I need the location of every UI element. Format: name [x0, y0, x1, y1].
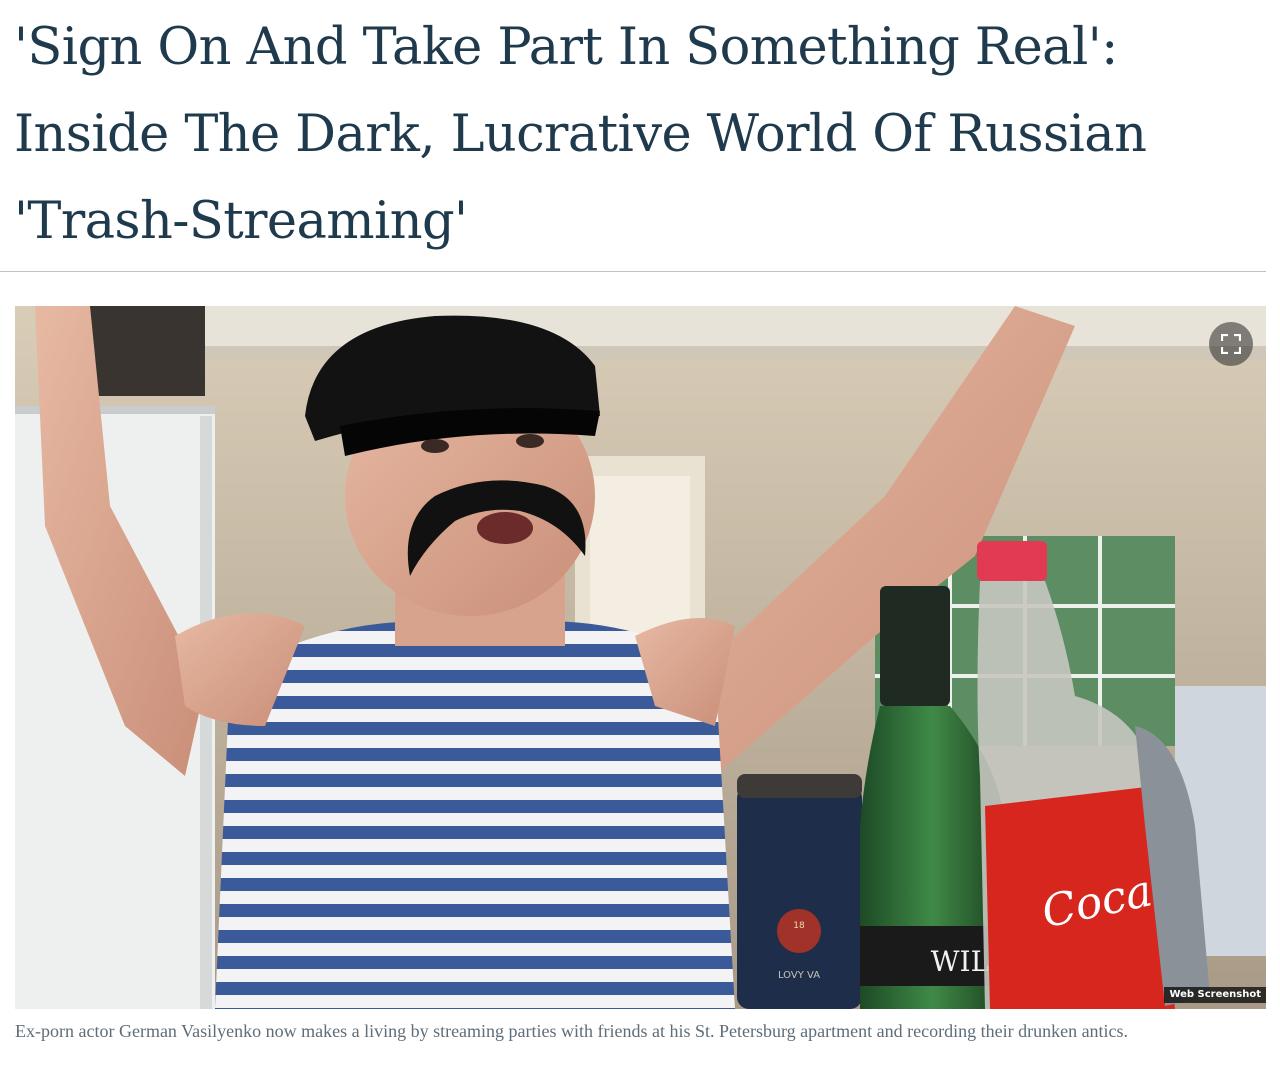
photo-caption: Ex-porn actor German Vasilyenko now make… [15, 1021, 1129, 1041]
fullscreen-expand-icon [1221, 334, 1241, 354]
photo-credit: Web Screenshot [1164, 987, 1266, 1003]
svg-text:18: 18 [793, 921, 805, 931]
article-headline: 'Sign On And Take Part In Something Real… [14, 18, 1147, 251]
photo-illustration: 18 LOVY VA WIL Coca [15, 306, 1266, 1009]
svg-text:LOVY VA: LOVY VA [778, 970, 820, 981]
headline-divider [0, 271, 1266, 272]
article-photo[interactable]: 18 LOVY VA WIL Coca Web Screenshot [15, 306, 1266, 1009]
fullscreen-button[interactable] [1209, 322, 1253, 366]
svg-text:WIL: WIL [931, 945, 989, 978]
